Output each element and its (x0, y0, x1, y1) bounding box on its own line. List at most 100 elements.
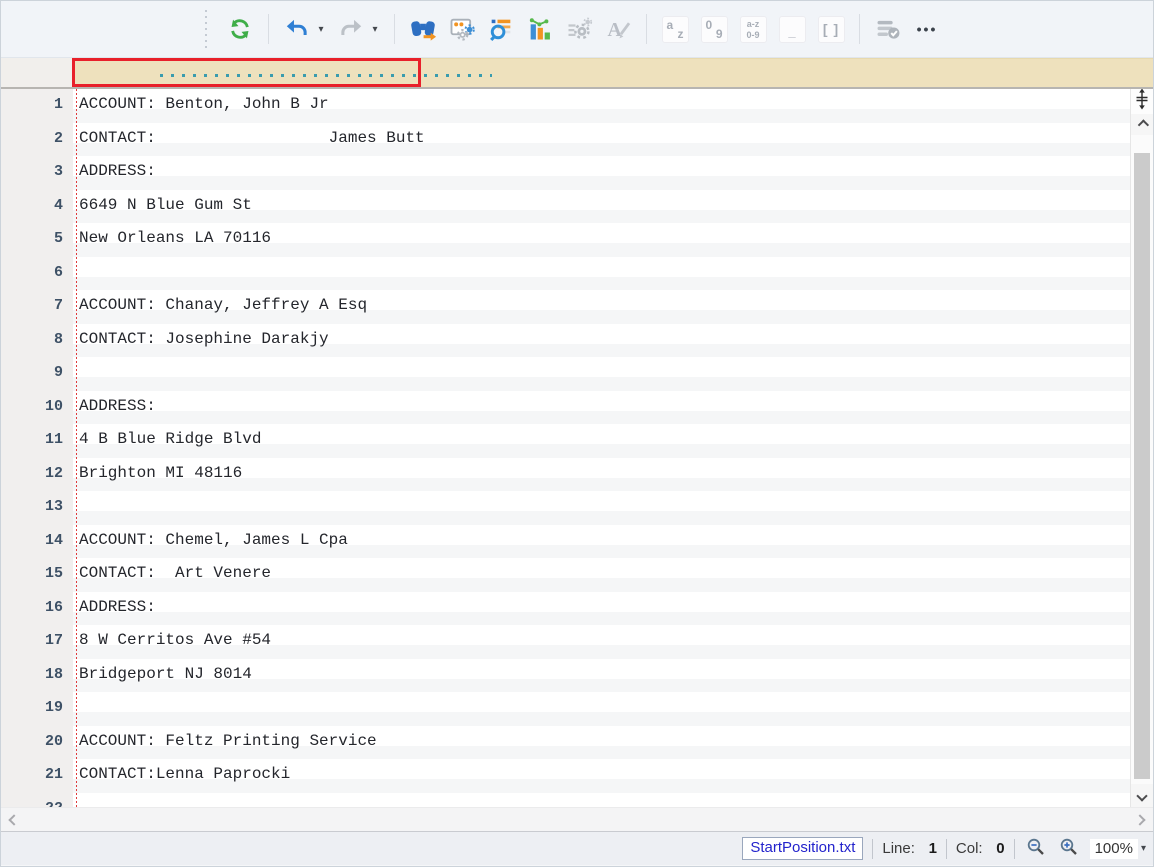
line-value: 1 (927, 840, 937, 857)
editor-line[interactable]: 9 (1, 357, 1153, 391)
editor-line[interactable]: 7ACCOUNT: Chanay, Jeffrey A Esq (1, 290, 1153, 324)
batch-settings-button[interactable] (564, 13, 594, 45)
sort-numeric-button[interactable]: 0 9 (699, 13, 729, 45)
line-number: 22 (1, 793, 73, 808)
editor-line[interactable]: 46649 N Blue Gum St (1, 190, 1153, 224)
editor-line[interactable]: 14ACCOUNT: Chemel, James L Cpa (1, 525, 1153, 559)
line-number: 6 (1, 257, 73, 291)
chevron-down-icon (1136, 790, 1147, 801)
validate-csv-button[interactable] (873, 13, 903, 45)
refresh-button[interactable] (225, 13, 255, 45)
trim-button[interactable]: _ (777, 13, 807, 45)
line-number: 2 (1, 123, 73, 157)
scroll-right-button[interactable] (1127, 816, 1153, 824)
editor-line[interactable]: 20ACCOUNT: Feltz Printing Service (1, 726, 1153, 760)
ellipsis-icon: ••• (917, 21, 938, 37)
column-value: 0 (995, 840, 1005, 857)
gears-icon (565, 15, 593, 43)
brackets-icon: [ ] (818, 16, 845, 43)
line-number: 9 (1, 357, 73, 391)
redo-icon (338, 16, 364, 42)
editor-line[interactable]: 13 (1, 491, 1153, 525)
zoom-level-dropdown[interactable]: 100% ▾ (1090, 839, 1146, 859)
vertical-scroll-thumb[interactable] (1134, 153, 1150, 779)
csv-toolbar: ▾ ▾ (1, 1, 1153, 58)
split-handle-icon (1134, 89, 1150, 115)
editor-line[interactable]: 19 (1, 692, 1153, 726)
editor-line[interactable]: 5New Orleans LA 70116 (1, 223, 1153, 257)
toolbar-separator (859, 14, 860, 44)
editor-line[interactable]: 6 (1, 257, 1153, 291)
font-button[interactable]: A (603, 13, 633, 45)
scroll-up-button[interactable] (1131, 114, 1153, 135)
editor-line[interactable]: 8CONTACT: Josephine Darakjy (1, 324, 1153, 358)
line-number: 17 (1, 625, 73, 659)
line-indicator: Line: 1 (882, 840, 937, 857)
editor-area[interactable]: 1ACCOUNT: Benton, John B Jr2CONTACT: Jam… (1, 89, 1153, 807)
sort-numeric-icon: 0 9 (701, 16, 728, 43)
editor-line[interactable]: 18Bridgeport NJ 8014 (1, 659, 1153, 693)
line-number: 4 (1, 190, 73, 224)
editor-line[interactable]: 16ADDRESS: (1, 592, 1153, 626)
line-text: ACCOUNT: Benton, John B Jr (73, 89, 1153, 123)
find-in-csv-button[interactable] (408, 13, 438, 45)
line-number: 20 (1, 726, 73, 760)
editor-line[interactable]: 178 W Cerritos Ave #54 (1, 625, 1153, 659)
vertical-scroll-track[interactable] (1131, 135, 1153, 784)
more-options-button[interactable]: ••• (912, 13, 942, 45)
status-separator (946, 839, 947, 859)
horizontal-scroll-track[interactable] (27, 808, 1127, 831)
sort-alphanumeric-button[interactable]: a-z 0-9 (738, 13, 768, 45)
chart-button[interactable] (525, 13, 555, 45)
toolbar-grip-handle[interactable] (203, 10, 208, 48)
scroll-down-button[interactable] (1131, 784, 1153, 807)
line-text: CONTACT: James Butt (73, 123, 1153, 157)
scroll-left-button[interactable] (1, 816, 27, 824)
line-text: CONTACT: Josephine Darakjy (73, 324, 1153, 358)
sort-alphanumeric-icon: a-z 0-9 (740, 16, 767, 43)
editor-line[interactable]: 12Brighton MI 48116 (1, 458, 1153, 492)
editor-line[interactable]: 10ADDRESS: (1, 391, 1153, 425)
line-text (73, 793, 1153, 808)
sort-az-button[interactable]: a z (660, 13, 690, 45)
chevron-right-icon (1134, 814, 1145, 825)
editor-line[interactable]: 1ACCOUNT: Benton, John B Jr (1, 89, 1153, 123)
csv-ruler[interactable] (1, 58, 1153, 89)
enclose-button[interactable]: [ ] (816, 13, 846, 45)
trim-underscore-icon: _ (779, 16, 806, 43)
column-indicator: Col: 0 (956, 840, 1005, 857)
redo-dropdown-caret[interactable]: ▾ (369, 24, 381, 35)
filter-button[interactable] (486, 13, 516, 45)
line-text: ACCOUNT: Feltz Printing Service (73, 726, 1153, 760)
window-gear-icon (448, 15, 476, 43)
filename-badge[interactable]: StartPosition.txt (742, 837, 863, 860)
line-number: 3 (1, 156, 73, 190)
left-margin-indicator (76, 89, 77, 807)
undo-button[interactable] (282, 13, 312, 45)
undo-dropdown-caret[interactable]: ▾ (315, 24, 327, 35)
editor-line[interactable]: 22 (1, 793, 1153, 808)
line-number: 12 (1, 458, 73, 492)
zoom-in-icon (1059, 837, 1079, 861)
chevron-up-icon (1138, 119, 1149, 130)
filter-settings-button[interactable] (447, 13, 477, 45)
vertical-scrollbar[interactable] (1130, 89, 1153, 807)
editor-line[interactable]: 15CONTACT: Art Venere (1, 558, 1153, 592)
undo-icon (284, 16, 310, 42)
horizontal-scrollbar[interactable] (1, 807, 1153, 832)
line-number: 15 (1, 558, 73, 592)
line-text: 8 W Cerritos Ave #54 (73, 625, 1153, 659)
zoom-in-button[interactable] (1057, 837, 1081, 861)
line-text (73, 257, 1153, 291)
toolbar-separator (646, 14, 647, 44)
split-window-handle[interactable] (1131, 89, 1153, 114)
redo-button[interactable] (336, 13, 366, 45)
line-number: 19 (1, 692, 73, 726)
line-number: 7 (1, 290, 73, 324)
editor-line[interactable]: 114 B Blue Ridge Blvd (1, 424, 1153, 458)
editor-line[interactable]: 21CONTACT:Lenna Paprocki (1, 759, 1153, 793)
zoom-out-button[interactable] (1024, 837, 1048, 861)
editor-line[interactable]: 3ADDRESS: (1, 156, 1153, 190)
editor-line[interactable]: 2CONTACT: James Butt (1, 123, 1153, 157)
line-container: 1ACCOUNT: Benton, John B Jr2CONTACT: Jam… (1, 89, 1153, 807)
